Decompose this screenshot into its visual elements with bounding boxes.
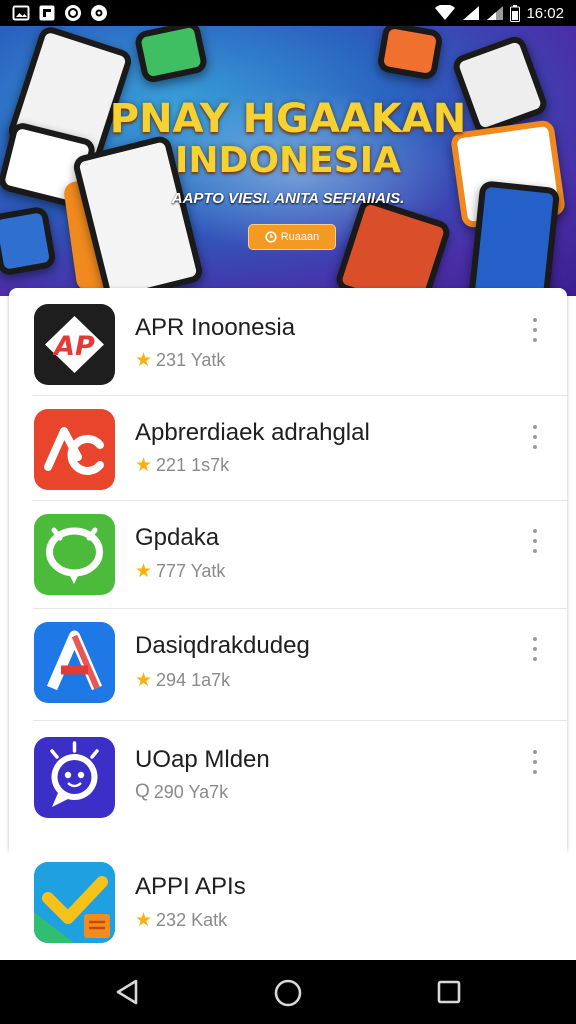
app-list-item[interactable]: UOap Mlden Q 290 Ya7k xyxy=(9,721,567,850)
ac-logo-icon[interactable] xyxy=(34,409,115,490)
app-list-item[interactable]: Gpdaka ★ 777 Yatk xyxy=(9,501,567,609)
app-rating: ★ 232 Katk xyxy=(135,909,227,932)
status-bar: 16:02 xyxy=(0,0,576,26)
app-rating-text: 294 1a7k xyxy=(156,670,231,690)
app-list-item[interactable]: Apbrerdiaek adrahglal ★ 221 1s7k xyxy=(9,396,567,501)
more-options-icon[interactable] xyxy=(529,529,541,553)
app-rating-text: 290 Ya7k xyxy=(153,781,229,802)
app-rating: ★ 777 Yatk xyxy=(135,560,225,583)
notification-icons xyxy=(0,4,108,22)
settings-icon xyxy=(90,4,108,22)
navigation-bar xyxy=(0,960,576,1024)
signal-icon xyxy=(463,6,480,20)
svg-text:AP: AP xyxy=(52,331,95,362)
app-list-card: AP APR Inoonesia ★ 231 Yatk Apbrerdiaek … xyxy=(9,288,567,850)
star-icon: ★ xyxy=(135,455,153,476)
chat-face-icon[interactable] xyxy=(34,737,115,818)
more-options-icon[interactable] xyxy=(529,318,541,342)
system-status: 16:02 xyxy=(434,0,564,26)
more-options-icon[interactable] xyxy=(529,637,541,661)
app-name[interactable]: APR Inoonesia xyxy=(135,314,295,342)
app-list-item[interactable]: AP APR Inoonesia ★ 231 Yatk xyxy=(9,288,567,396)
star-icon: ★ xyxy=(135,670,153,691)
banner-title-line2: INDONESIA xyxy=(175,140,401,181)
recents-icon[interactable] xyxy=(437,980,461,1004)
app-rating-text: 231 Yatk xyxy=(156,350,226,370)
star-icon: ★ xyxy=(135,910,153,931)
app-rating: Q 290 Ya7k xyxy=(135,781,228,803)
banner-cta-label: Ruaaan xyxy=(280,231,320,243)
banner-cta-button[interactable]: Ruaaan xyxy=(248,224,336,250)
app-name[interactable]: Apbrerdiaek adrahglal xyxy=(135,419,370,447)
app-rating-text: 777 Yatk xyxy=(156,561,226,581)
record-icon xyxy=(64,4,82,22)
photo-icon xyxy=(38,4,56,22)
back-icon[interactable] xyxy=(114,978,140,1006)
a-logo-icon[interactable] xyxy=(34,622,115,703)
bubble-logo-icon[interactable] xyxy=(34,514,115,595)
app-list-item[interactable]: APPI APIs ★ 232 Katk xyxy=(9,850,567,960)
banner-subtitle: AAPTO VIESI. ANITA SEFIAIIAIS. xyxy=(171,190,405,207)
app-rating: ★ 221 1s7k xyxy=(135,454,229,477)
more-options-icon[interactable] xyxy=(529,750,541,774)
app-name[interactable]: Gpdaka xyxy=(135,524,219,552)
banner-phone xyxy=(133,26,209,85)
star-icon: ★ xyxy=(135,561,153,582)
wifi-icon xyxy=(435,5,456,20)
app-rating-text: 232 Katk xyxy=(156,910,228,930)
banner-title-line1: PNAY HGAAKAN xyxy=(109,96,467,142)
banner-phone xyxy=(0,205,57,277)
app-name[interactable]: APPI APIs xyxy=(135,873,246,901)
more-options-icon[interactable] xyxy=(529,425,541,449)
q-icon: Q xyxy=(135,781,150,802)
app-rating: ★ 294 1a7k xyxy=(135,669,230,692)
star-icon: ★ xyxy=(135,350,153,371)
ap-logo-icon[interactable]: AP xyxy=(34,304,115,385)
banner-phone xyxy=(376,26,444,81)
app-name[interactable]: Dasiqdrakdudeg xyxy=(135,632,310,660)
signal-icon-2 xyxy=(487,6,504,20)
image-icon xyxy=(12,4,30,22)
home-icon[interactable] xyxy=(273,978,303,1008)
app-rating-text: 221 1s7k xyxy=(156,455,230,475)
app-list-item[interactable]: Dasiqdrakdudeg ★ 294 1a7k xyxy=(9,609,567,721)
app-name[interactable]: UOap Mlden xyxy=(135,746,270,774)
check-logo-icon[interactable] xyxy=(34,862,115,943)
promo-banner[interactable]: PNAY HGAAKAN INDONESIA AAPTO VIESI. ANIT… xyxy=(0,26,576,296)
clock: 16:02 xyxy=(526,4,564,22)
battery-icon xyxy=(510,4,521,22)
clock-icon xyxy=(265,231,277,243)
app-rating: ★ 231 Yatk xyxy=(135,349,225,372)
